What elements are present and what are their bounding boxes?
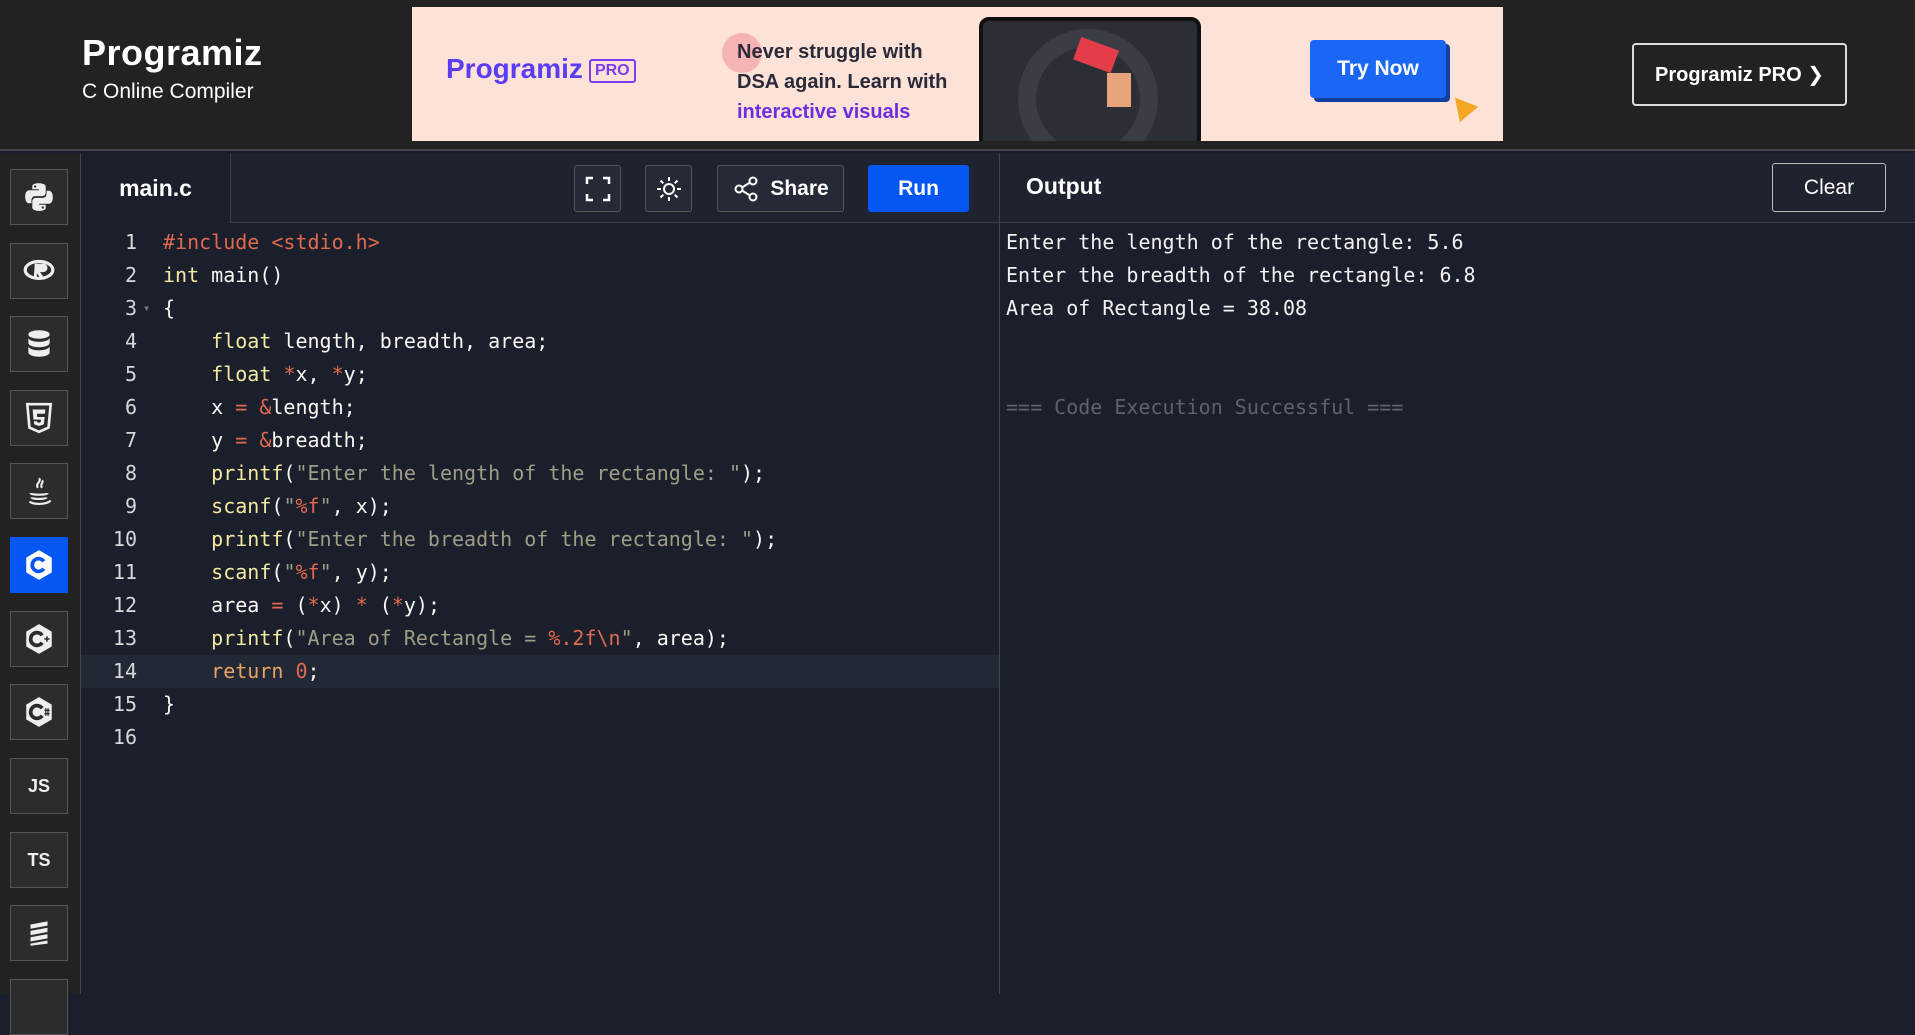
c-icon[interactable] bbox=[10, 537, 68, 593]
run-button[interactable]: Run bbox=[868, 165, 969, 212]
line-number: 6 bbox=[124, 395, 137, 419]
line-number: 8 bbox=[124, 461, 137, 485]
code-text[interactable]: x = &length; bbox=[163, 391, 356, 424]
swift-icon[interactable] bbox=[10, 905, 68, 961]
output-header: Output Clear bbox=[1000, 153, 1915, 223]
code-text[interactable]: float length, breadth, area; bbox=[163, 325, 548, 358]
line-number: 10 bbox=[112, 527, 137, 551]
code-line[interactable]: 6 x = &length; bbox=[81, 391, 999, 424]
code-line[interactable]: 9 scanf("%f", x); bbox=[81, 490, 999, 523]
ad-logo: Programiz PRO bbox=[446, 53, 636, 85]
file-tab-main-c[interactable]: main.c bbox=[81, 153, 231, 223]
line-number: 4 bbox=[124, 329, 137, 353]
share-button[interactable]: Share bbox=[717, 165, 844, 212]
code-line[interactable]: 3 ▾ { bbox=[81, 292, 999, 325]
output-console[interactable]: Enter the length of the rectangle: 5.6 E… bbox=[1000, 223, 1915, 994]
line-number: 15 bbox=[112, 692, 137, 716]
line-number: 3 bbox=[124, 296, 137, 320]
ad-headline-line-3: interactive visuals bbox=[737, 101, 911, 123]
code-line[interactable]: 10 printf("Enter the breadth of the rect… bbox=[81, 523, 999, 556]
line-number: 11 bbox=[112, 560, 137, 584]
cpp-icon[interactable] bbox=[10, 611, 68, 667]
code-line[interactable]: 12 area = (*x) * (*y); bbox=[81, 589, 999, 622]
fold-arrow-icon[interactable]: ▾ bbox=[143, 292, 150, 325]
code-text[interactable]: #include <stdio.h> bbox=[163, 226, 380, 259]
clear-button[interactable]: Clear bbox=[1772, 163, 1886, 212]
ad-pro-badge: PRO bbox=[588, 58, 636, 83]
top-header: Programiz C Online Compiler Programiz PRO… bbox=[0, 0, 1915, 151]
output-line: Enter the length of the rectangle: 5.6 bbox=[1006, 230, 1464, 254]
editor-toolbar: main.c Share Run bbox=[81, 153, 999, 223]
code-text[interactable]: printf("Enter the length of the rectangl… bbox=[163, 457, 765, 490]
line-number: 5 bbox=[124, 362, 137, 386]
csharp-icon[interactable] bbox=[10, 684, 68, 740]
execution-status: === Code Execution Successful === bbox=[1006, 395, 1404, 419]
output-line: Enter the breadth of the rectangle: 6.8 bbox=[1006, 263, 1476, 287]
line-number: 14 bbox=[112, 659, 137, 683]
language-sidebar: JS TS bbox=[0, 153, 81, 1035]
page-subtitle: C Online Compiler bbox=[82, 80, 254, 103]
code-text[interactable]: printf("Enter the breadth of the rectang… bbox=[163, 523, 777, 556]
code-line[interactable]: 13 printf("Area of Rectangle = %.2f\n", … bbox=[81, 622, 999, 655]
code-text[interactable]: scanf("%f", x); bbox=[163, 490, 392, 523]
share-icon bbox=[734, 176, 758, 201]
code-line[interactable]: 15 } bbox=[81, 688, 999, 721]
code-line[interactable]: 1 #include <stdio.h> bbox=[81, 226, 999, 259]
code-text[interactable]: scanf("%f", y); bbox=[163, 556, 392, 589]
code-editor[interactable]: 1 #include <stdio.h> 2 int main() 3 ▾ { … bbox=[81, 223, 999, 994]
code-line[interactable]: 11 scanf("%f", y); bbox=[81, 556, 999, 589]
python-icon[interactable] bbox=[10, 169, 68, 225]
more-language-icon[interactable] bbox=[10, 979, 68, 1035]
code-line[interactable]: 7 y = &breadth; bbox=[81, 424, 999, 457]
theme-toggle-button[interactable] bbox=[645, 165, 692, 212]
code-text[interactable]: y = &breadth; bbox=[163, 424, 368, 457]
line-number: 9 bbox=[124, 494, 137, 518]
js-icon[interactable]: JS bbox=[10, 758, 68, 814]
ts-icon[interactable]: TS bbox=[10, 832, 68, 888]
sql-icon[interactable] bbox=[10, 316, 68, 372]
line-number: 16 bbox=[112, 725, 137, 749]
ad-cursor-icon bbox=[1445, 89, 1479, 123]
ad-banner[interactable]: Programiz PRO Never struggle with DSA aga… bbox=[412, 7, 1503, 141]
ad-headline: Never struggle with DSA again. Learn wit… bbox=[737, 37, 977, 127]
output-line: Area of Rectangle = 38.08 bbox=[1006, 296, 1308, 320]
line-number: 1 bbox=[124, 230, 137, 254]
ad-logo-text: Programiz bbox=[446, 53, 583, 84]
code-text[interactable]: int main() bbox=[163, 259, 283, 292]
fullscreen-icon bbox=[585, 176, 610, 201]
code-text[interactable]: return 0; bbox=[163, 655, 319, 688]
code-line[interactable]: 2 int main() bbox=[81, 259, 999, 292]
sun-icon bbox=[656, 176, 681, 201]
java-icon[interactable] bbox=[10, 463, 68, 519]
ad-device-illustration bbox=[979, 17, 1201, 141]
share-label: Share bbox=[770, 176, 829, 200]
programiz-logo[interactable]: Programiz bbox=[82, 32, 263, 74]
line-number: 13 bbox=[112, 626, 137, 650]
line-number: 12 bbox=[112, 593, 137, 617]
html-icon[interactable] bbox=[10, 390, 68, 446]
line-number: 7 bbox=[124, 428, 137, 452]
code-text[interactable]: { bbox=[163, 292, 175, 325]
ad-dial-peach-segment bbox=[1107, 73, 1131, 107]
r-icon[interactable] bbox=[10, 243, 68, 299]
code-line[interactable]: 5 float *x, *y; bbox=[81, 358, 999, 391]
fullscreen-button[interactable] bbox=[574, 165, 621, 212]
code-text[interactable]: area = (*x) * (*y); bbox=[163, 589, 440, 622]
line-number: 2 bbox=[124, 263, 137, 287]
code-text[interactable]: printf("Area of Rectangle = %.2f\n", are… bbox=[163, 622, 729, 655]
ad-try-now-button[interactable]: Try Now bbox=[1310, 40, 1446, 98]
code-line[interactable]: 8 printf("Enter the length of the rectan… bbox=[81, 457, 999, 490]
ad-headline-line-2: DSA again. Learn with bbox=[737, 71, 948, 93]
code-text[interactable]: float *x, *y; bbox=[163, 358, 368, 391]
code-line[interactable]: 16 bbox=[81, 721, 999, 754]
code-line-current[interactable]: 14 return 0; bbox=[81, 655, 999, 688]
brand[interactable]: Programiz C Online Compiler bbox=[82, 32, 263, 104]
ad-headline-line-1: Never struggle with bbox=[737, 41, 923, 63]
output-title: Output bbox=[1026, 173, 1102, 199]
programiz-pro-button[interactable]: Programiz PRO ❯ bbox=[1632, 43, 1847, 106]
code-line[interactable]: 4 float length, breadth, area; bbox=[81, 325, 999, 358]
code-text[interactable]: } bbox=[163, 688, 175, 721]
